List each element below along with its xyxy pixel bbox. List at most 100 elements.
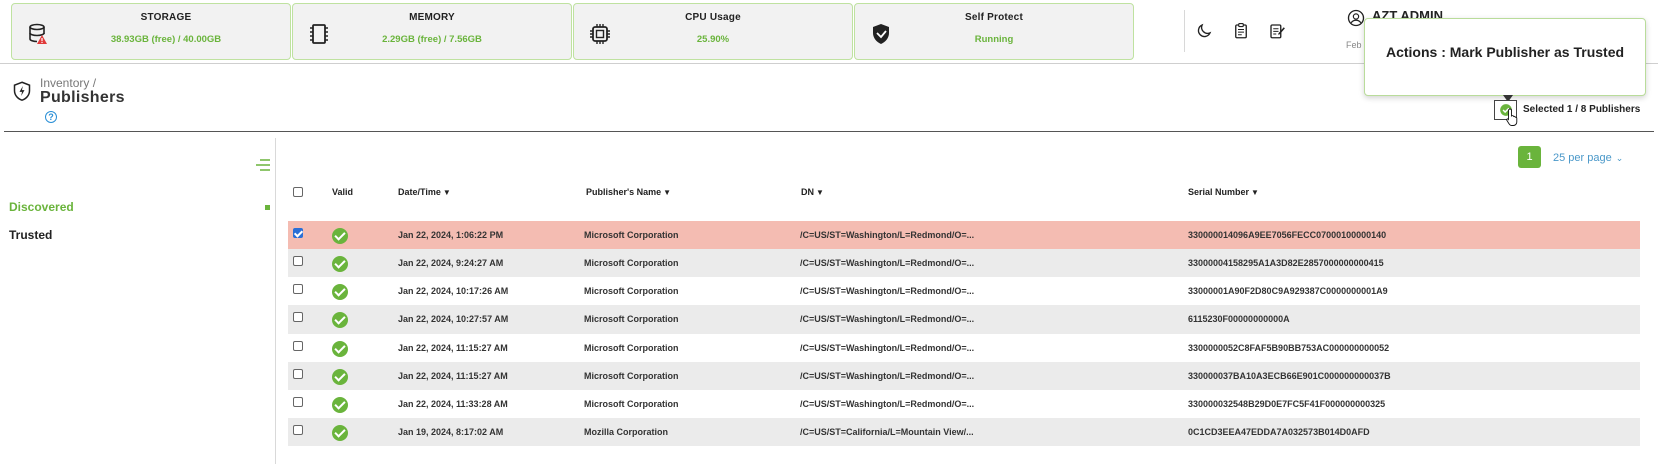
per-page-label: 25 per page xyxy=(1553,152,1612,164)
row-date: Jan 22, 2024, 10:17:26 AM xyxy=(398,286,509,297)
actions-tooltip: Actions : Mark Publisher as Trusted xyxy=(1364,18,1646,102)
sort-chevron-icon: ▼ xyxy=(442,188,451,197)
table-row[interactable]: Jan 22, 2024, 11:15:27 AM Microsoft Corpo… xyxy=(288,361,1640,390)
row-date: Jan 22, 2024, 9:24:27 AM xyxy=(398,258,504,268)
storage-card: STORAGE 38.93GB (free) / 40.00GB xyxy=(11,3,291,60)
row-checkbox[interactable] xyxy=(293,228,303,238)
cpu-card: CPU Usage 25.90% xyxy=(573,3,853,60)
header-serial-label: Serial Number xyxy=(1188,187,1250,197)
row-checkbox[interactable] xyxy=(293,396,303,407)
row-checkbox[interactable] xyxy=(293,284,303,295)
valid-check-icon xyxy=(332,340,348,357)
cpu-title: CPU Usage xyxy=(685,12,741,23)
self-protect-card: Self Protect Running xyxy=(854,3,1134,60)
per-page-select[interactable]: 25 per page ⌄ xyxy=(1553,152,1623,164)
row-dn: /C=US/ST=Washington/L=Redmond/O=... xyxy=(800,230,975,240)
row-checkbox[interactable] xyxy=(293,368,303,379)
header-valid-label: Valid xyxy=(332,187,354,197)
sidebar-item-discovered[interactable]: Discovered xyxy=(9,200,74,214)
active-indicator xyxy=(265,205,270,210)
row-publisher: Microsoft Corporation xyxy=(584,314,679,325)
clipboard-icon[interactable] xyxy=(1232,22,1250,40)
row-publisher: Microsoft Corporation xyxy=(584,370,679,381)
row-publisher: Microsoft Corporation xyxy=(584,286,679,297)
valid-check-icon xyxy=(332,284,348,301)
row-serial: 330000032548B29D0E7FC5F41F000000000325 xyxy=(1188,398,1386,409)
row-serial: 6115230F00000000000A xyxy=(1188,314,1290,325)
row-checkbox[interactable] xyxy=(293,340,303,351)
self-protect-value: Running xyxy=(974,34,1014,45)
table-row[interactable]: Jan 19, 2024, 8:17:02 AM Mozilla Corporat… xyxy=(288,418,1640,447)
header-serial[interactable]: Serial Number ▼ xyxy=(1188,187,1259,197)
row-publisher: Microsoft Corporation xyxy=(584,230,679,240)
row-dn: /C=US/ST=Washington/L=Redmond/O=... xyxy=(800,258,975,268)
memory-value: 2.29GB (free) / 7.56GB xyxy=(382,34,482,45)
row-dn: /C=US/ST=Washington/L=Redmond/O=... xyxy=(800,342,975,353)
edit-notes-icon[interactable] xyxy=(1268,22,1286,40)
row-publisher: Microsoft Corporation xyxy=(584,342,679,353)
row-dn: /C=US/ST=Washington/L=Redmond/O=... xyxy=(800,370,975,381)
row-date: Jan 19, 2024, 8:17:02 AM xyxy=(398,427,504,438)
row-serial: 3300000052C8FAF5B90BB753AC000000000052 xyxy=(1188,342,1390,353)
valid-check-icon xyxy=(332,228,348,244)
help-icon[interactable]: ? xyxy=(45,111,57,123)
menu-lines-icon[interactable] xyxy=(256,158,270,172)
row-serial: 33000004158295A1A3D82E2857000000000415 xyxy=(1188,258,1384,268)
selection-count: Selected 1 / 8 Publishers xyxy=(1523,104,1641,115)
table-row[interactable]: Jan 22, 2024, 9:24:27 AM Microsoft Corpor… xyxy=(288,249,1640,278)
valid-check-icon xyxy=(332,396,348,413)
memory-card: MEMORY 2.29GB (free) / 7.56GB xyxy=(292,3,572,60)
row-date: Jan 22, 2024, 11:15:27 AM xyxy=(398,342,508,353)
mouse-pointer-icon xyxy=(1506,108,1518,126)
dark-mode-moon-icon[interactable] xyxy=(1195,22,1213,40)
sort-chevron-icon: ▼ xyxy=(663,188,672,197)
self-protect-title: Self Protect xyxy=(965,12,1023,23)
publisher-table-body: Jan 22, 2024, 1:06:22 PM Microsoft Corpor… xyxy=(288,221,1640,447)
row-checkbox[interactable] xyxy=(293,425,303,436)
memory-title: MEMORY xyxy=(409,12,455,23)
valid-check-icon xyxy=(332,256,348,272)
sort-chevron-icon: ▼ xyxy=(1251,188,1259,197)
page-title: Publishers xyxy=(40,89,125,106)
row-checkbox[interactable] xyxy=(293,256,303,266)
storage-value: 38.93GB (free) / 40.00GB xyxy=(110,34,222,45)
valid-check-icon xyxy=(332,368,348,385)
select-all-checkbox[interactable] xyxy=(293,187,303,197)
user-avatar-icon[interactable] xyxy=(1347,9,1365,27)
header-date-label: Date/Time xyxy=(398,187,441,197)
valid-check-icon xyxy=(332,425,348,442)
sidebar-item-trusted[interactable]: Trusted xyxy=(9,228,52,242)
valid-check-icon xyxy=(332,312,348,329)
row-checkbox[interactable] xyxy=(293,312,303,323)
row-publisher: Microsoft Corporation xyxy=(584,258,679,268)
breadcrumb[interactable]: Inventory / xyxy=(40,76,96,90)
row-publisher: Microsoft Corporation xyxy=(584,398,679,409)
header-publisher-label: Publisher's Name xyxy=(586,187,662,197)
row-dn: /C=US/ST=California/L=Mountain View/... xyxy=(800,427,974,438)
sidebar: Discovered Trusted xyxy=(0,138,276,464)
row-publisher: Mozilla Corporation xyxy=(584,427,668,438)
table-row[interactable]: Jan 22, 2024, 10:17:26 AM Microsoft Corpo… xyxy=(288,277,1640,306)
publisher-shield-icon xyxy=(13,81,31,101)
table-row[interactable]: Jan 22, 2024, 10:27:57 AM Microsoft Corpo… xyxy=(288,305,1640,334)
header-date[interactable]: Date/Time ▼ xyxy=(398,187,451,197)
header-dn[interactable]: DN ▼ xyxy=(801,187,824,197)
cpu-value: 25.90% xyxy=(696,34,730,45)
row-date: Jan 22, 2024, 11:15:27 AM xyxy=(398,370,508,381)
row-serial: 330000037BA10A3ECB66E901C000000000037B xyxy=(1188,370,1391,381)
row-date: Jan 22, 2024, 11:33:28 AM xyxy=(398,398,508,409)
user-date: Feb xyxy=(1346,40,1362,50)
row-dn: /C=US/ST=Washington/L=Redmond/O=... xyxy=(800,314,975,325)
header-dn-label: DN xyxy=(801,187,814,197)
table-row[interactable]: Jan 22, 2024, 11:15:27 AM Microsoft Corpo… xyxy=(288,333,1640,362)
row-serial: 330000014096A9EE7056FECC07000100000140 xyxy=(1188,230,1387,240)
page-1-button[interactable]: 1 xyxy=(1518,146,1541,168)
table-row[interactable]: Jan 22, 2024, 1:06:22 PM Microsoft Corpor… xyxy=(288,221,1640,249)
table-row[interactable]: Jan 22, 2024, 11:33:28 AM Microsoft Corpo… xyxy=(288,389,1640,419)
header-valid: Valid xyxy=(332,187,353,197)
table-header: Valid Date/Time ▼ Publisher's Name ▼ DN ▼ S… xyxy=(288,181,1640,205)
chevron-down-icon: ⌄ xyxy=(1615,153,1624,163)
row-serial: 0C1CD3EEA47EDDA7A032573B014D0AFD xyxy=(1188,427,1370,438)
header-publisher[interactable]: Publisher's Name ▼ xyxy=(586,187,671,197)
row-date: Jan 22, 2024, 10:27:57 AM xyxy=(398,314,509,325)
